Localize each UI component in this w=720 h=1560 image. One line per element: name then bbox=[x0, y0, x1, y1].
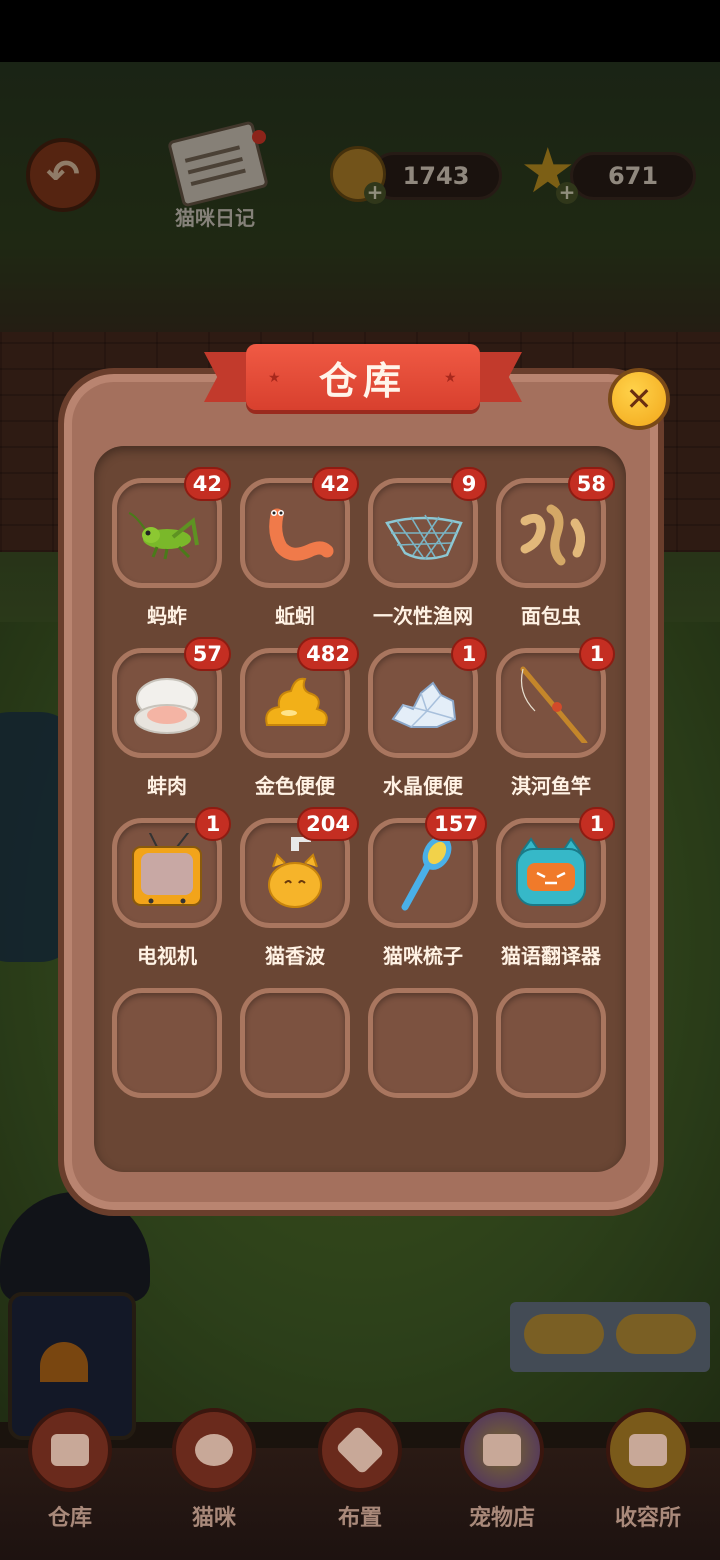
item-count-badge: 1 bbox=[195, 807, 231, 841]
nav-warehouse[interactable]: 仓库 bbox=[22, 1408, 118, 1548]
empty-item-slot[interactable] bbox=[240, 988, 350, 1098]
grasshopper-icon bbox=[128, 512, 199, 560]
item-slot[interactable]: 42 bbox=[240, 467, 359, 588]
cut-label bbox=[94, 446, 222, 454]
item-name: 猫咪梳子 bbox=[383, 944, 463, 968]
fishing-net-icon bbox=[385, 514, 463, 560]
arrange-icon bbox=[318, 1408, 402, 1492]
clam-meat-icon bbox=[134, 678, 200, 734]
tv-icon bbox=[132, 833, 202, 906]
empty-item-slot[interactable] bbox=[368, 988, 478, 1098]
item-count-badge: 204 bbox=[297, 807, 359, 841]
item-slot[interactable]: 9 bbox=[368, 467, 487, 588]
item-count-badge: 9 bbox=[451, 467, 487, 501]
golden-poop-icon bbox=[265, 677, 328, 726]
crystal-poop-icon bbox=[391, 681, 457, 728]
paw-icon bbox=[172, 1408, 256, 1492]
item-count-badge: 482 bbox=[297, 637, 359, 671]
empty-item-slot[interactable] bbox=[112, 988, 222, 1098]
previous-row-labels bbox=[94, 446, 626, 454]
cut-label bbox=[350, 446, 478, 454]
item-name: 面包虫 bbox=[521, 604, 581, 628]
item-slot[interactable]: 482 bbox=[240, 637, 359, 758]
item-name: 猫香波 bbox=[265, 944, 325, 968]
mealworm-icon bbox=[520, 504, 585, 566]
nav-label: 猫咪 bbox=[191, 1506, 236, 1531]
star-decoration-icon: ★ bbox=[268, 370, 281, 386]
nav-label: 布置 bbox=[337, 1506, 382, 1531]
item-name: 淇河鱼竿 bbox=[511, 774, 591, 798]
empty-item-slot[interactable] bbox=[496, 988, 606, 1098]
item-slot[interactable]: 157 bbox=[368, 807, 487, 928]
nav-pet-shop[interactable]: 宠物店 bbox=[454, 1408, 550, 1548]
item-count-badge: 1 bbox=[579, 807, 615, 841]
item-count-badge: 58 bbox=[567, 467, 615, 501]
item-name: 蚌肉 bbox=[147, 774, 187, 798]
cat-translator-icon bbox=[516, 837, 586, 906]
item-name: 蚯蚓 bbox=[275, 604, 315, 628]
shelter-icon bbox=[606, 1408, 690, 1492]
nav-shelter[interactable]: 收容所 bbox=[600, 1408, 696, 1548]
item-count-badge: 1 bbox=[579, 637, 615, 671]
close-icon: ✕ bbox=[625, 380, 653, 418]
item-slot[interactable]: 1 bbox=[112, 807, 231, 928]
star-decoration-icon: ★ bbox=[444, 370, 457, 386]
nav-arrange[interactable]: 布置 bbox=[312, 1408, 408, 1548]
item-name: 一次性渔网 bbox=[373, 604, 473, 628]
cat-comb-icon bbox=[401, 836, 452, 911]
item-slot[interactable]: 57 bbox=[112, 637, 231, 758]
item-count-badge: 57 bbox=[183, 637, 231, 671]
fishing-rod-icon bbox=[520, 666, 588, 743]
nav-cats[interactable]: 猫咪 bbox=[166, 1408, 262, 1548]
title-ribbon: 仓库 ★ ★ bbox=[204, 344, 522, 416]
item-slot[interactable]: 1 bbox=[496, 637, 615, 758]
item-count-badge: 42 bbox=[183, 467, 231, 501]
item-name: 电视机 bbox=[137, 944, 197, 968]
cat-shampoo-icon bbox=[268, 837, 322, 908]
item-name: 蚂蚱 bbox=[147, 604, 187, 628]
cut-label bbox=[478, 446, 606, 454]
item-name: 水晶便便 bbox=[383, 774, 463, 798]
item-name: 猫语翻译器 bbox=[501, 944, 601, 968]
item-slot[interactable]: 1 bbox=[496, 807, 615, 928]
item-slot[interactable]: 42 bbox=[112, 467, 231, 588]
item-slot[interactable]: 204 bbox=[240, 807, 359, 928]
panel-title: 仓库 bbox=[318, 358, 407, 403]
cut-label bbox=[222, 446, 350, 454]
item-slot[interactable]: 1 bbox=[368, 637, 487, 758]
item-count-badge: 1 bbox=[451, 637, 487, 671]
pet-shop-icon bbox=[460, 1408, 544, 1492]
item-count-badge: 42 bbox=[311, 467, 359, 501]
nav-label: 宠物店 bbox=[468, 1506, 535, 1531]
nav-label: 仓库 bbox=[47, 1506, 92, 1531]
earthworm-icon bbox=[269, 508, 334, 561]
item-name: 金色便便 bbox=[255, 774, 335, 798]
close-button[interactable]: ✕ bbox=[608, 368, 670, 430]
item-slot[interactable]: 58 bbox=[496, 467, 615, 588]
nav-label: 收容所 bbox=[614, 1506, 681, 1531]
warehouse-icon bbox=[28, 1408, 112, 1492]
item-count-badge: 157 bbox=[425, 807, 487, 841]
